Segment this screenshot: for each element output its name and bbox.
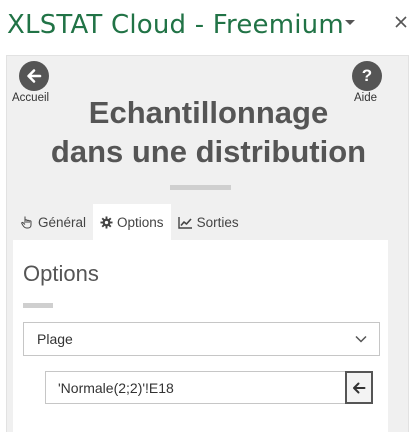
tab-bar: Général Options Sorties (13, 204, 246, 240)
tab-options-label: Options (117, 214, 164, 230)
range-field-value: 'Normale(2;2)'!E18 (58, 379, 174, 396)
select-range-button[interactable] (345, 371, 373, 404)
tab-general-label: Général (38, 214, 87, 230)
title-underline (170, 185, 231, 190)
arrow-left-icon (353, 382, 366, 393)
line-chart-icon (177, 216, 192, 229)
arrow-left-icon (27, 69, 42, 83)
dialog-title-line2: dans une distribution (50, 134, 367, 169)
data-type-select[interactable]: Plage (23, 322, 380, 356)
chevron-down-icon (355, 335, 367, 343)
options-underline (23, 303, 53, 308)
range-field[interactable]: 'Normale(2;2)'!E18 (45, 371, 348, 404)
options-heading: Options (23, 261, 99, 286)
options-content: Options Plage 'Normale(2;2)'!E18 (13, 240, 388, 433)
data-type-select-value: Plage (37, 331, 73, 347)
task-pane-header: XLSTAT Cloud - Freemium (0, 0, 415, 50)
gear-icon (100, 215, 113, 229)
tab-options[interactable]: Options (93, 204, 171, 240)
tab-general[interactable]: Général (13, 204, 93, 240)
dialog-title: Echantillonnage dans une distribution (7, 93, 410, 171)
dialog-title-line1: Echantillonnage (88, 95, 329, 130)
help-button[interactable]: ? (352, 61, 382, 91)
tab-sorties[interactable]: Sorties (171, 204, 246, 240)
pane-title: XLSTAT Cloud - Freemium (7, 10, 344, 40)
hand-pointer-icon (21, 216, 32, 229)
pane-menu-icon[interactable] (342, 14, 358, 30)
question-icon: ? (361, 66, 373, 85)
xlstat-panel: Accueil ? Aide Echantillonnage dans une … (6, 55, 410, 433)
tab-sorties-label: Sorties (196, 214, 239, 230)
back-button[interactable] (19, 61, 49, 91)
close-icon[interactable] (393, 14, 409, 30)
